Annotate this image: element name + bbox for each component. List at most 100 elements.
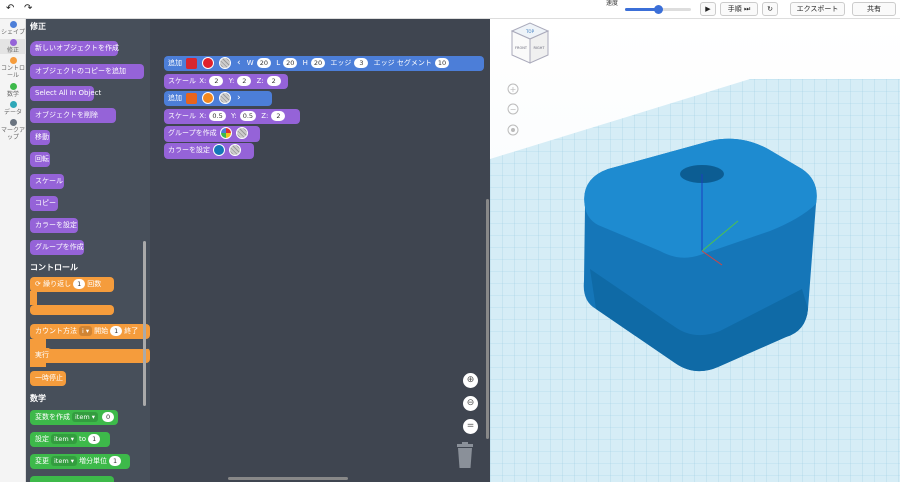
change-var-dropdown[interactable]: item ▾ xyxy=(51,456,78,466)
share-button[interactable]: 共有 xyxy=(852,2,896,16)
x-input[interactable]: 0.5 xyxy=(209,111,226,121)
repeat-footer xyxy=(30,305,114,315)
hole-toggle[interactable] xyxy=(218,92,231,104)
block-flyout: 修正 新しいオブジェクトを作成 オブジェクトのコピーを追加 Select All… xyxy=(26,19,150,482)
undo-icon[interactable]: ↶ xyxy=(6,3,14,14)
block-select-all[interactable]: Select All In Object xyxy=(30,86,101,101)
category-shapes[interactable]: シェイプ xyxy=(0,21,26,36)
trash-icon[interactable] xyxy=(455,442,475,468)
block-delete-object[interactable]: オブジェクトを削除 xyxy=(30,108,116,123)
zoom-out-button[interactable]: ⊖ xyxy=(463,396,478,411)
export-button[interactable]: エクスポート xyxy=(790,2,845,16)
category-modify[interactable]: 修正 xyxy=(0,39,26,54)
x-input[interactable]: 2 xyxy=(209,76,224,86)
category-dot xyxy=(9,21,17,28)
ws-scale-block-2[interactable]: スケール X: 0.5 Y: 0.5 Z: 2 xyxy=(164,109,300,124)
category-control[interactable]: コントロール xyxy=(0,57,26,79)
block-move[interactable]: 移動 xyxy=(30,130,50,145)
repeat-arm xyxy=(30,291,37,305)
create-var-value[interactable]: 0 xyxy=(102,412,115,422)
workspace-vscrollbar[interactable] xyxy=(486,199,489,439)
speed-slider-handle[interactable] xyxy=(654,5,663,14)
hole-toggle[interactable] xyxy=(229,144,242,156)
ws-scale-block-1[interactable]: スケール X: 2 Y: 2 Z: 2 xyxy=(164,74,288,89)
count-end-label: 終了 xyxy=(124,327,139,335)
y-label: Y: xyxy=(228,77,235,85)
y-input[interactable]: 2 xyxy=(237,76,252,86)
speed-slider[interactable] xyxy=(625,5,691,14)
block-repeat[interactable]: ⟳ 繰り返し 1 回数 xyxy=(30,277,114,292)
view-cube[interactable]: TOP FRONT RIGHT xyxy=(510,22,550,64)
view-cube-front-label: FRONT xyxy=(515,46,528,50)
ws-add-box-block[interactable]: 追加 ‹ W 20 L 20 H 20 エッジ 3 エッジ セグメント 10 xyxy=(164,56,484,71)
h-input[interactable]: 20 xyxy=(310,58,326,68)
change-var: item xyxy=(54,457,69,465)
edge-segments-input[interactable]: 10 xyxy=(434,58,450,68)
color-red-swatch[interactable] xyxy=(202,57,215,69)
color-orange-swatch[interactable] xyxy=(202,92,215,104)
w-input[interactable]: 20 xyxy=(256,58,271,68)
repeat-count[interactable]: 1 xyxy=(73,279,86,289)
block-copy[interactable]: コピー xyxy=(30,196,58,211)
category-markup[interactable]: マークアップ xyxy=(0,119,26,141)
workspace-hscrollbar[interactable] xyxy=(228,477,348,480)
chevron-right-icon[interactable]: › xyxy=(237,93,241,103)
count-var: i xyxy=(82,327,84,335)
count-start[interactable]: 1 xyxy=(110,326,123,336)
view-cube-right-label: RIGHT xyxy=(534,46,546,50)
category-math[interactable]: 数学 xyxy=(0,83,26,98)
change-value[interactable]: 1 xyxy=(109,456,122,466)
hole-toggle[interactable] xyxy=(218,57,231,69)
math-header: 数学 xyxy=(30,394,46,403)
hole-toggle[interactable] xyxy=(236,127,249,139)
l-input[interactable]: 20 xyxy=(283,58,298,68)
repeat-unit: 回数 xyxy=(87,280,102,288)
y-input[interactable]: 0.5 xyxy=(239,111,257,121)
block-create-variable[interactable]: 変数を作成 item ▾ 0 xyxy=(30,410,118,425)
block-math-partial[interactable] xyxy=(30,476,114,482)
code-workspace[interactable]: 追加 ‹ W 20 L 20 H 20 エッジ 3 エッジ セグメント 10 スケール X… xyxy=(150,19,490,482)
x-label: X: xyxy=(199,112,207,120)
set-var-dropdown[interactable]: item ▾ xyxy=(51,434,78,444)
zoom-reset-icon: = xyxy=(466,421,475,431)
count-run-row: 実行 xyxy=(30,348,150,363)
zoom-in-button[interactable]: ⊕ xyxy=(463,373,478,388)
box-shape-icon[interactable] xyxy=(186,57,198,69)
cylinder-shape-icon[interactable] xyxy=(186,92,198,104)
reset-button[interactable]: ↻ xyxy=(762,2,778,16)
3d-viewport[interactable]: TOP FRONT RIGHT + − xyxy=(490,19,900,482)
flyout-scrollbar[interactable] xyxy=(143,241,146,406)
play-button[interactable]: ▶ xyxy=(700,2,716,16)
step-button[interactable]: 手順 ⏭ xyxy=(720,2,758,16)
redo-icon[interactable]: ↷ xyxy=(24,3,32,14)
z-input[interactable]: 2 xyxy=(266,76,281,86)
category-data[interactable]: データ xyxy=(0,101,26,116)
count-var-dropdown[interactable]: i ▾ xyxy=(79,326,93,336)
block-scale[interactable]: スケール xyxy=(30,174,64,189)
l-label: L xyxy=(276,59,281,67)
ws-create-group-block[interactable]: グループを作成 xyxy=(164,126,260,142)
block-rotate[interactable]: 回転 xyxy=(30,152,50,167)
ws-add-cylinder-block[interactable]: 追加 › xyxy=(164,91,272,106)
change-label: 変更 xyxy=(35,457,49,465)
block-pause[interactable]: 一時停止 xyxy=(30,371,66,386)
repeat-icon: ⟳ xyxy=(35,280,41,288)
block-new-object[interactable]: 新しいオブジェクトを作成 xyxy=(30,41,119,56)
viewport-canvas[interactable]: TOP FRONT RIGHT + − xyxy=(490,19,900,482)
color-blue-swatch[interactable] xyxy=(213,144,226,156)
category-dot xyxy=(9,119,17,126)
edge-input[interactable]: 3 xyxy=(354,58,369,68)
set-value[interactable]: 1 xyxy=(88,434,101,444)
z-input[interactable]: 2 xyxy=(271,111,286,121)
block-add-copy[interactable]: オブジェクトのコピーを追加 xyxy=(30,64,144,79)
chevron-left-icon[interactable]: ‹ xyxy=(237,58,241,68)
create-var-dropdown[interactable]: item ▾ xyxy=(72,412,99,422)
block-create-group[interactable]: グループを作成 xyxy=(30,240,84,255)
zoom-reset-button[interactable]: = xyxy=(463,419,478,434)
block-change-variable[interactable]: 変更 item ▾ 増分単位 1 xyxy=(30,454,130,469)
ws-set-color-block[interactable]: カラーを設定 xyxy=(164,143,254,159)
block-set-variable[interactable]: 設定 item ▾ to 1 xyxy=(30,432,110,447)
block-count-with[interactable]: カウント方法 i ▾ 開始 1 終了 xyxy=(30,324,150,339)
block-set-color[interactable]: カラーを設定 xyxy=(30,218,78,233)
multicolor-swatch[interactable] xyxy=(219,127,232,139)
